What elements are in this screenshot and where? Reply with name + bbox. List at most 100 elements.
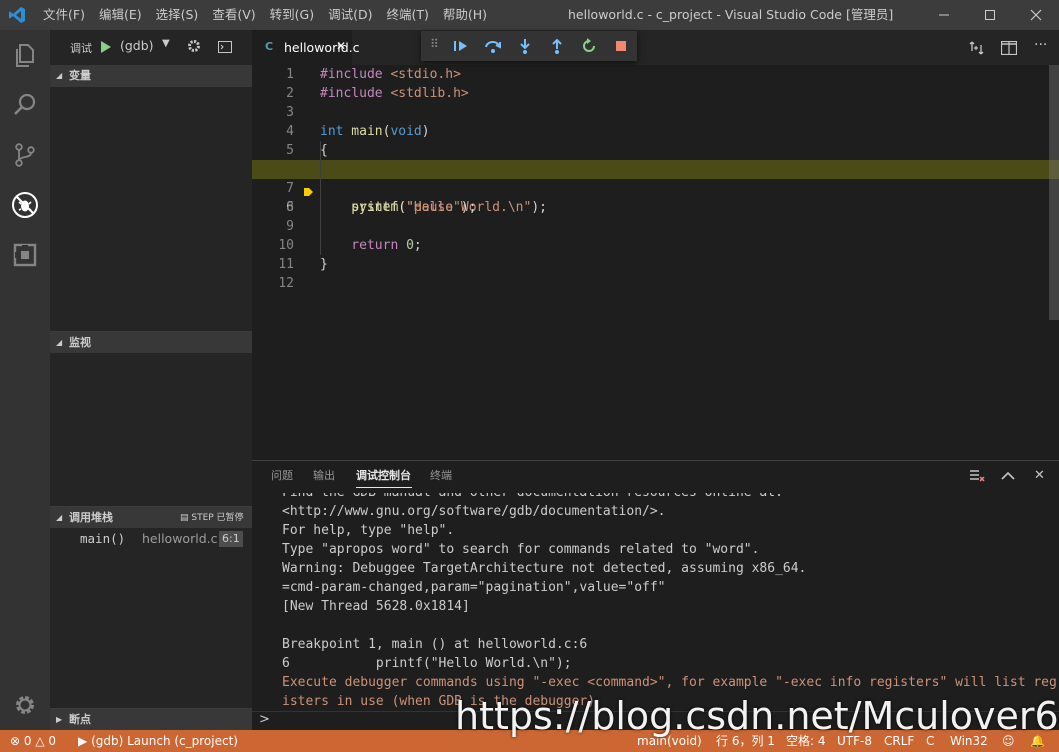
console-line: 6 printf("Hello World.\n"); (282, 656, 572, 671)
menu-bar: 文件(F) 编辑(E) 选择(S) 查看(V) 转到(G) 调试(D) 终端(T… (36, 0, 494, 30)
maximize-panel-button[interactable] (1001, 470, 1015, 484)
tab-debug-console[interactable]: 调试控制台 (356, 469, 411, 483)
menu-view[interactable]: 查看(V) (205, 0, 262, 30)
drag-handle-icon[interactable]: ⠿ (430, 37, 439, 51)
collapse-icon: ◢ (56, 71, 63, 80)
debug-config-select-value[interactable]: (gdb) (120, 38, 154, 53)
step-out-button[interactable] (547, 36, 567, 56)
frame-position-badge: 6:1 (219, 531, 243, 547)
activity-bar (0, 30, 50, 730)
debug-icon (12, 192, 38, 218)
line-number: 11 (278, 257, 294, 272)
step-over-button[interactable] (483, 36, 503, 56)
tab-helloworld[interactable]: C helloworld.c ✕ (252, 30, 359, 65)
maximize-button[interactable] (967, 0, 1013, 30)
frame-function: main() (80, 531, 126, 546)
menu-debug[interactable]: 调试(D) (321, 0, 379, 30)
continue-icon (454, 41, 467, 51)
close-tab-icon[interactable]: ✕ (336, 39, 346, 53)
line-number: 8 (286, 200, 294, 215)
line-number: 12 (278, 276, 294, 291)
maximize-icon (985, 10, 995, 20)
expand-icon: ▶ (56, 715, 63, 724)
code-editor[interactable]: 1 #include <stdio.h> 2 #include <stdlib.h>… (252, 65, 1059, 460)
extensions-button[interactable] (0, 230, 50, 280)
menu-help[interactable]: 帮助(H) (436, 0, 494, 30)
tab-output[interactable]: 输出 (313, 469, 335, 483)
extensions-icon (13, 243, 37, 267)
close-window-button[interactable] (1013, 0, 1059, 30)
menu-selection[interactable]: 选择(S) (149, 0, 206, 30)
gear-icon (188, 40, 200, 52)
warning-icon: △ (35, 734, 45, 748)
menu-file[interactable]: 文件(F) (36, 0, 92, 30)
debug-launch-status[interactable]: ▶ (gdb) Launch (c_project) (78, 730, 238, 752)
thread-icon: ▤ (180, 513, 192, 523)
tab-label: helloworld.c (284, 40, 360, 55)
step-out-icon (552, 38, 562, 54)
split-editor-icon (1000, 40, 1018, 56)
manage-settings-button[interactable] (0, 680, 50, 730)
debug-config-row: 调试 (gdb) ▼ (50, 30, 252, 65)
c-file-icon: C (265, 40, 274, 53)
watch-section-header[interactable]: ◢ 监视 (50, 331, 252, 353)
source-control-button[interactable] (0, 130, 50, 180)
line-number: 3 (286, 105, 294, 120)
watermark-url: https://blog.csdn.net/Mculover666 (455, 694, 1059, 738)
close-panel-icon[interactable]: ✕ (1034, 468, 1045, 483)
stop-icon (616, 41, 626, 51)
debug-toolbar: ⠿ (421, 31, 637, 61)
chevron-down-icon[interactable]: ▼ (162, 38, 170, 49)
debug-settings-button[interactable] (187, 39, 201, 56)
menu-goto[interactable]: 转到(G) (263, 0, 321, 30)
restart-button[interactable] (579, 36, 599, 56)
search-icon (14, 93, 36, 115)
callstack-section-header[interactable]: ◢ 调用堆栈 ▤ STEP 已暂停 (50, 506, 252, 528)
open-changes-button[interactable] (969, 40, 985, 59)
menu-terminal[interactable]: 终端(T) (379, 0, 435, 30)
line-number: 7 (286, 181, 294, 196)
line-number: 9 (286, 219, 294, 234)
debug-sidebar: 调试 (gdb) ▼ ◢ 变量 ◢ 监视 ◢ 调用堆栈 ▤ STEP 已暂停 m… (50, 30, 252, 730)
debug-button[interactable] (0, 180, 50, 230)
step-over-icon (485, 41, 501, 53)
tab-terminal[interactable]: 终端 (430, 469, 452, 483)
search-button[interactable] (0, 80, 50, 130)
line-number: 10 (278, 238, 294, 253)
continue-button[interactable] (451, 36, 471, 56)
problems-status[interactable]: ⊗ 0 △ 0 (10, 730, 56, 752)
close-icon (1030, 9, 1042, 21)
split-editor-button[interactable] (1000, 40, 1018, 58)
debug-console-output: Find the GDB manual and other documentat… (252, 493, 1059, 717)
bottom-panel: 问题 输出 调试控制台 终端 ✕ Find the GDB manual and… (252, 460, 1059, 730)
explorer-button[interactable] (0, 30, 50, 80)
minimize-button[interactable] (921, 0, 967, 30)
compare-changes-icon (969, 41, 984, 55)
variables-section-header[interactable]: ◢ 变量 (50, 65, 252, 87)
console-line: <http://www.gnu.org/software/gdb/documen… (282, 504, 666, 519)
clear-console-button[interactable] (969, 469, 985, 486)
debug-console-button[interactable] (218, 41, 232, 56)
step-into-button[interactable] (515, 36, 535, 56)
breakpoints-section-header[interactable]: ▶ 断点 (50, 708, 252, 730)
console-line: Find the GDB manual and other documentat… (282, 493, 783, 502)
callstack-frame[interactable]: main() helloworld.c 6:1 (50, 529, 252, 549)
clear-console-icon (970, 470, 985, 482)
step-into-icon (520, 39, 530, 54)
start-debugging-button[interactable] (100, 40, 112, 57)
active-tab-underline (356, 487, 412, 488)
minimize-icon (939, 14, 949, 16)
line-number: 5 (286, 143, 294, 158)
files-icon (16, 44, 34, 67)
tab-problems[interactable]: 问题 (271, 469, 293, 483)
play-icon (101, 41, 111, 53)
chevron-up-icon (1001, 471, 1015, 480)
restart-icon (583, 38, 595, 52)
console-line: =cmd-param-changed,param="pagination",va… (282, 580, 666, 595)
console-line: Breakpoint 1, main () at helloworld.c:6 (282, 637, 588, 652)
console-line: For help, type "help". (282, 523, 455, 538)
more-actions-icon[interactable]: ··· (1034, 37, 1047, 53)
frame-file: helloworld.c (142, 531, 218, 546)
menu-edit[interactable]: 编辑(E) (92, 0, 149, 30)
stop-button[interactable] (611, 36, 631, 56)
